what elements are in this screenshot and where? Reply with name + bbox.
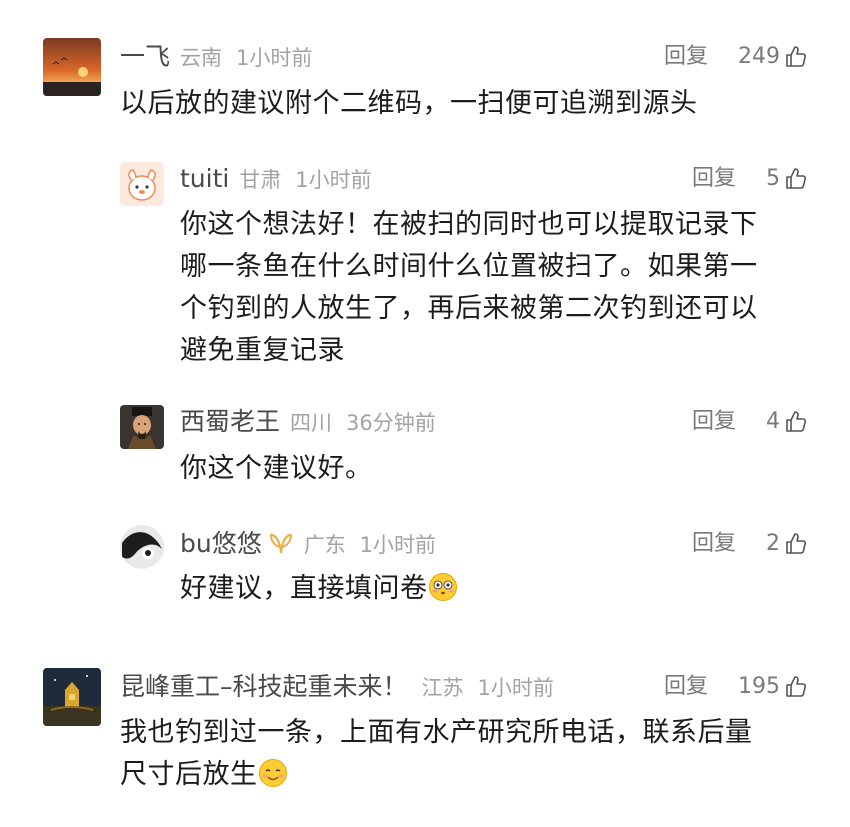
region: 广东 <box>303 533 346 557</box>
comment: bu悠悠 广东 1小时前 回复 2 好建议，直接填问卷 <box>0 515 850 635</box>
comment-actions: 回复 249 <box>664 42 808 72</box>
username[interactable]: bu悠悠 <box>180 529 262 558</box>
avatar[interactable] <box>120 162 164 206</box>
avatar[interactable] <box>43 668 101 726</box>
comment-actions: 回复 4 <box>692 407 808 437</box>
avatar[interactable] <box>120 405 164 449</box>
username[interactable]: 西蜀老王 <box>180 407 280 436</box>
timestamp: 1小时前 <box>295 168 372 192</box>
comment-header: 昆峰重工–科技起重未来！ 江苏 1小时前 <box>120 672 554 703</box>
avatar[interactable] <box>120 525 164 569</box>
reply-button[interactable]: 回复 <box>664 42 708 72</box>
like-count: 195 <box>738 674 780 699</box>
like-count: 249 <box>738 44 780 69</box>
thumbs-up-icon[interactable] <box>784 410 808 434</box>
comment-header: tuiti 甘肃 1小时前 <box>180 164 372 195</box>
reply-button[interactable]: 回复 <box>692 164 736 194</box>
username[interactable]: 昆峰重工–科技起重未来！ <box>120 672 408 701</box>
comment-text: 你这个建议好。 <box>180 453 373 484</box>
like-count: 4 <box>766 409 780 434</box>
comment-header: 一飞 云南 1小时前 <box>120 42 312 73</box>
region: 云南 <box>180 46 223 70</box>
flushed-face-emoji <box>428 573 457 601</box>
comment: 西蜀老王 四川 36分钟前 回复 4 你这个建议好。 <box>0 395 850 505</box>
reply-button[interactable]: 回复 <box>692 407 736 437</box>
timestamp: 36分钟前 <box>345 411 436 435</box>
text-line: 避免重复记录 <box>180 335 345 366</box>
thumbs-up-icon[interactable] <box>784 532 808 556</box>
username[interactable]: 一飞 <box>120 42 170 71</box>
comment: 昆峰重工–科技起重未来！ 江苏 1小时前 回复 195 我也钓到过一条，上面有水产… <box>0 660 850 827</box>
comment-text: 我也钓到过一条，上面有水产研究所电话，联系后量 尺寸后放生 <box>120 712 753 796</box>
vip-badge-icon <box>269 533 292 554</box>
region: 江苏 <box>421 676 464 700</box>
text-line: 哪一条鱼在什么时间什么位置被扫了。如果第一 <box>180 251 758 282</box>
comment-text: 你这个想法好！在被扫的同时也可以提取记录下 哪一条鱼在什么时间什么位置被扫了。如… <box>180 204 758 372</box>
reply-button[interactable]: 回复 <box>692 529 736 559</box>
comment-text: 以后放的建议附个二维码，一扫便可追溯到源头 <box>120 88 698 119</box>
text-line: 个钓到的人放生了，再后来被第二次钓到还可以 <box>180 293 758 324</box>
comment-header: 西蜀老王 四川 36分钟前 <box>180 407 436 438</box>
avatar[interactable] <box>43 38 101 96</box>
thumbs-up-icon[interactable] <box>784 675 808 699</box>
text-content: 好建议，直接填问卷 <box>180 573 428 604</box>
comment-actions: 回复 5 <box>692 164 808 194</box>
timestamp: 1小时前 <box>235 46 313 70</box>
like-count: 5 <box>766 166 780 191</box>
text-content: 尺寸后放生 <box>120 759 258 790</box>
comment-actions: 回复 195 <box>664 672 808 702</box>
region: 甘肃 <box>239 168 282 192</box>
text-line: 我也钓到过一条，上面有水产研究所电话，联系后量 <box>120 717 753 748</box>
like-count: 2 <box>766 531 780 556</box>
comment-text: 好建议，直接填问卷 <box>180 568 458 610</box>
thumbs-up-icon[interactable] <box>784 167 808 191</box>
reply-button[interactable]: 回复 <box>664 672 708 702</box>
comment: 一飞 云南 1小时前 回复 249 以后放的建议附个二维码，一扫便可追溯到源头 <box>0 0 850 140</box>
comment: tuiti 甘肃 1小时前 回复 5 你这个想法好！在被扫的同时也可以提取记录下 … <box>0 150 850 390</box>
timestamp: 1小时前 <box>477 676 554 700</box>
username[interactable]: tuiti <box>180 164 229 193</box>
smile-face-emoji <box>258 759 287 787</box>
text-line: 尺寸后放生 <box>120 754 753 796</box>
text-line: 你这个想法好！在被扫的同时也可以提取记录下 <box>180 209 758 240</box>
comment-actions: 回复 2 <box>692 529 808 559</box>
region: 四川 <box>290 411 333 435</box>
thumbs-up-icon[interactable] <box>784 45 808 69</box>
comment-header: bu悠悠 广东 1小时前 <box>180 529 436 560</box>
timestamp: 1小时前 <box>359 533 437 557</box>
